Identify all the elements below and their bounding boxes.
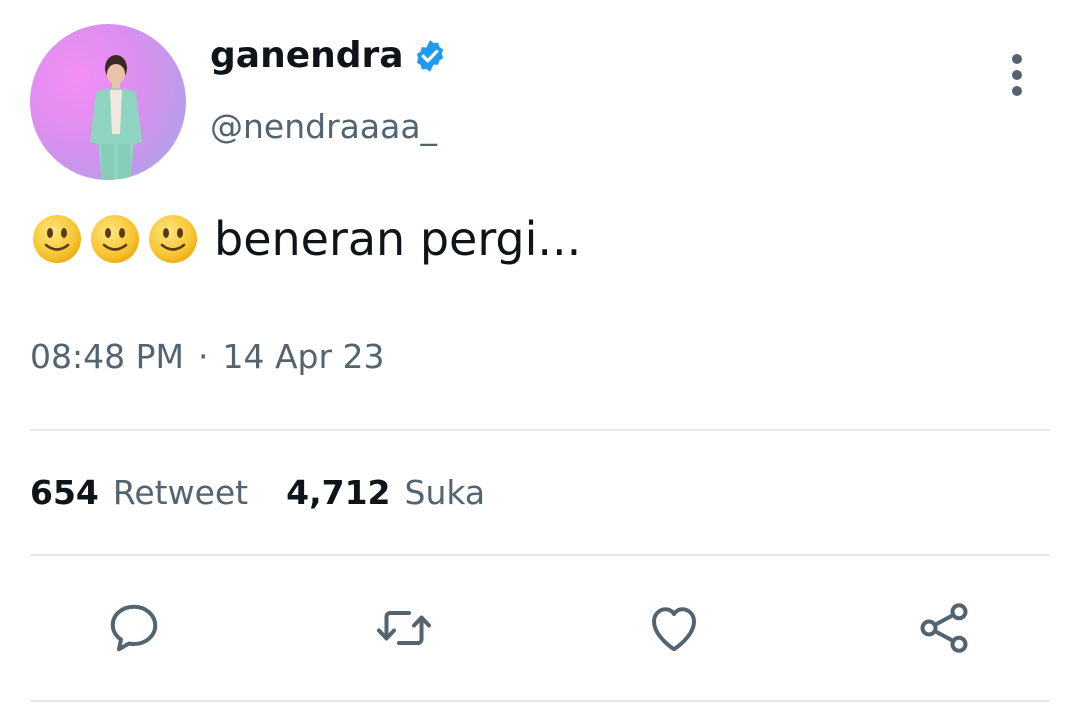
- divider: [30, 554, 1050, 556]
- retweet-button[interactable]: [374, 598, 434, 658]
- like-count[interactable]: 4,712: [286, 476, 390, 509]
- retweet-label[interactable]: Retweet: [113, 476, 248, 509]
- meta-separator: ·: [197, 337, 209, 376]
- more-options-icon[interactable]: [1006, 54, 1028, 98]
- like-icon: [652, 607, 696, 652]
- tweet-body-text: beneran pergi...: [214, 212, 582, 266]
- author-name-row[interactable]: ganendra: [210, 38, 448, 74]
- tweet-stats: 654 Retweet 4,712 Suka: [30, 476, 485, 509]
- author-handle[interactable]: @nendraaaa_: [210, 110, 437, 143]
- divider: [30, 700, 1050, 702]
- tweet-time[interactable]: 08:48 PM: [30, 340, 184, 373]
- slightly-smiling-face-icon: [148, 214, 198, 264]
- reply-icon: [110, 604, 158, 652]
- share-icon: [920, 603, 968, 653]
- author-display-name[interactable]: ganendra: [210, 38, 404, 74]
- retweet-icon: [377, 611, 431, 645]
- tweet-date[interactable]: 14 Apr 23: [222, 340, 384, 373]
- tweet-text: beneran pergi...: [32, 214, 581, 264]
- divider: [30, 429, 1050, 431]
- reply-button[interactable]: [104, 598, 164, 658]
- like-label[interactable]: Suka: [405, 476, 486, 509]
- verified-badge-icon: [412, 38, 448, 74]
- like-button[interactable]: [644, 598, 704, 658]
- slightly-smiling-face-icon: [90, 214, 140, 264]
- tweet-timestamp: 08:48 PM · 14 Apr 23: [30, 340, 385, 373]
- slightly-smiling-face-icon: [32, 214, 82, 264]
- avatar-photo: [90, 55, 142, 180]
- retweet-count[interactable]: 654: [30, 476, 99, 509]
- share-button[interactable]: [914, 598, 974, 658]
- avatar[interactable]: [30, 24, 186, 180]
